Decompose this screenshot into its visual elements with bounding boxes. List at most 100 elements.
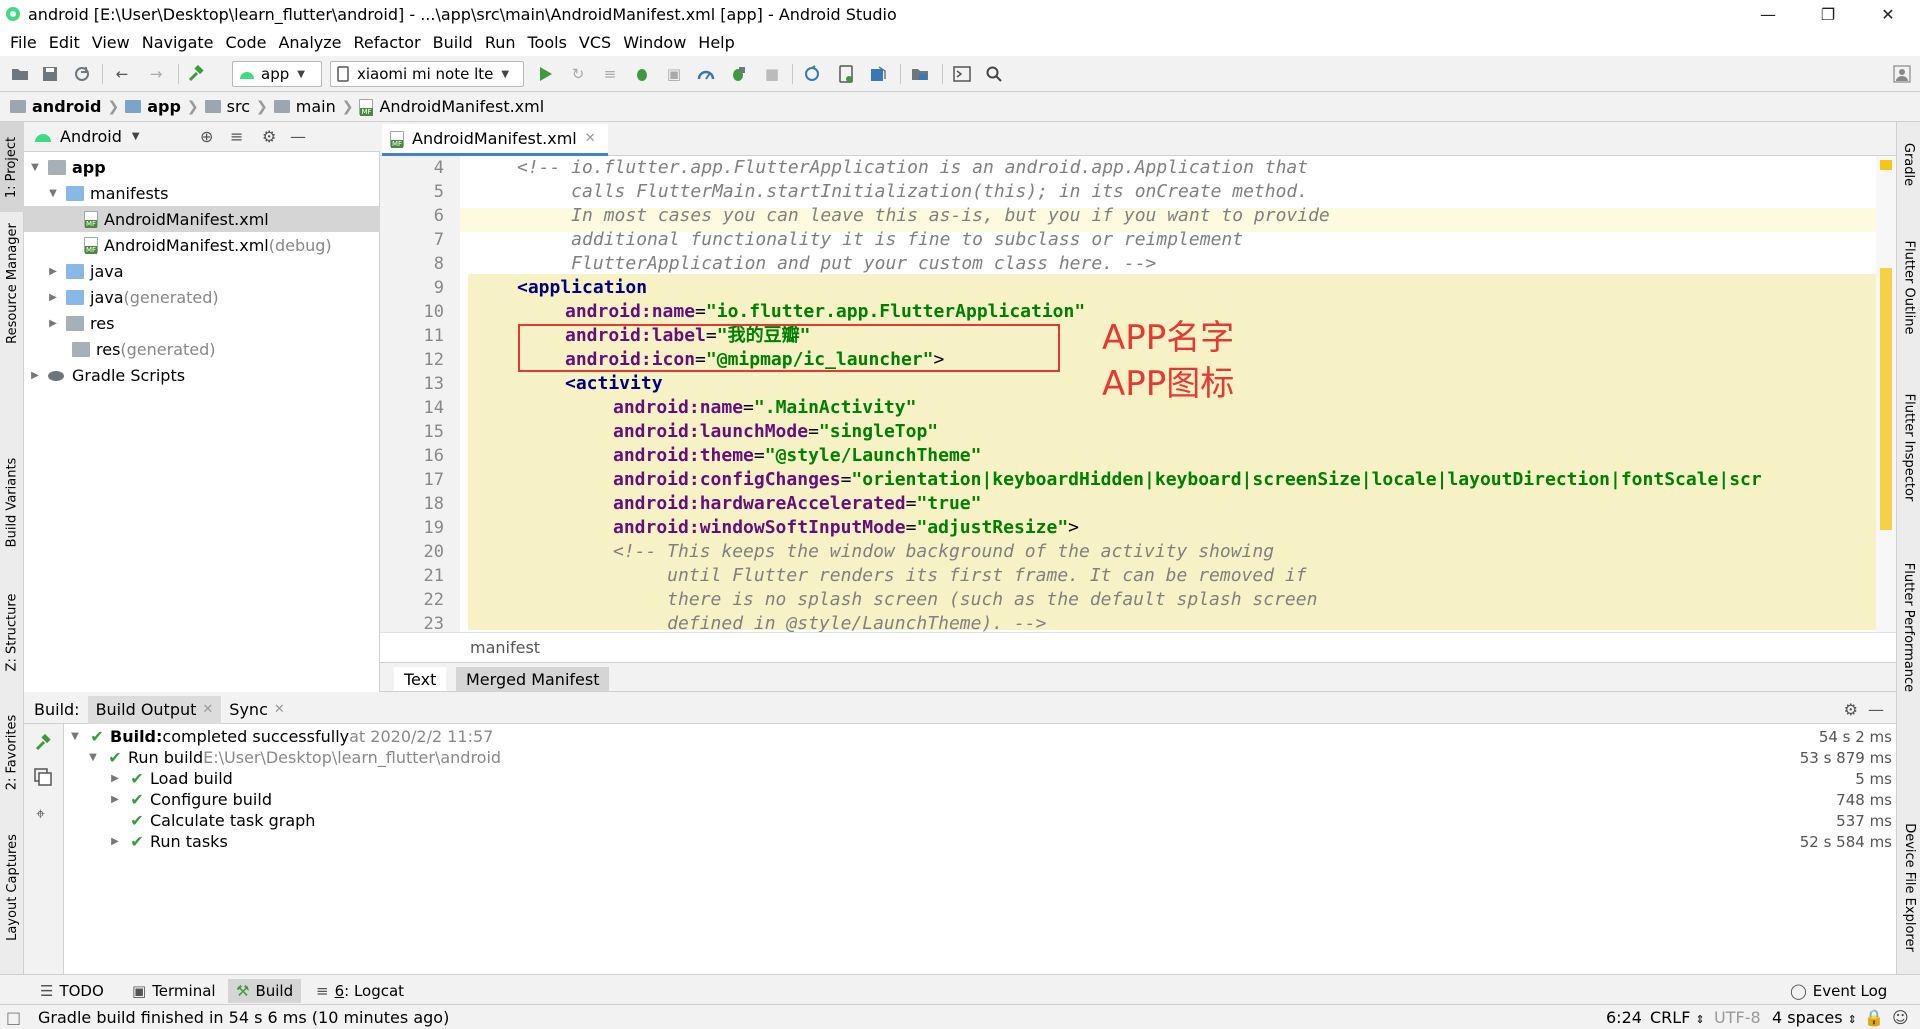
close-icon[interactable]: ✕ xyxy=(1860,0,1916,28)
collapse-all-icon[interactable]: ≡ xyxy=(230,127,243,146)
device-select[interactable]: xiaomi mi note lte ▼ xyxy=(330,61,524,87)
apply-code-changes-icon[interactable]: ≡ xyxy=(600,64,620,84)
build-row-load-build[interactable]: ▶ ✔ Load build 5 ms xyxy=(64,768,1896,789)
menu-help[interactable]: Help xyxy=(692,33,740,52)
tool-tab-build-variants[interactable]: Build Variants xyxy=(0,442,24,562)
menu-build[interactable]: Build xyxy=(427,33,479,52)
tree-item-androidmanifest[interactable]: AndroidManifest.xml xyxy=(24,206,380,232)
tool-tab-device-file-explorer[interactable]: Device File Explorer xyxy=(1897,802,1920,972)
pin-icon[interactable]: ⌖ xyxy=(36,804,45,824)
close-tab-icon[interactable]: ✕ xyxy=(585,131,596,146)
editor-tab-androidmanifest[interactable]: AndroidManifest.xml ✕ xyxy=(382,124,608,156)
tool-tab-resource-manager[interactable]: Resource Manager xyxy=(0,218,24,348)
line-separator[interactable]: CRLF ⇕ xyxy=(1650,1008,1705,1027)
inspection-icon[interactable]: ☺ xyxy=(1892,1008,1909,1027)
search-icon[interactable] xyxy=(984,64,1004,84)
run-icon[interactable] xyxy=(536,64,556,84)
menu-window[interactable]: Window xyxy=(617,33,692,52)
status-message[interactable]: Gradle build finished in 54 s 6 ms (10 m… xyxy=(38,1008,449,1027)
debug-icon[interactable] xyxy=(632,64,652,84)
restore-icon[interactable]: ❐ xyxy=(1800,0,1856,28)
breadcrumb-src[interactable]: src xyxy=(204,97,250,116)
indent-setting[interactable]: 4 spaces ⇕ xyxy=(1772,1008,1857,1027)
tab-build-output[interactable]: Build Output ✕ xyxy=(87,695,222,724)
forward-icon[interactable]: → xyxy=(146,64,166,84)
make-project-icon[interactable] xyxy=(186,64,206,84)
menu-run[interactable]: Run xyxy=(479,33,522,52)
scroll-from-source-icon[interactable]: ⊕ xyxy=(200,127,213,146)
avd-manager-icon[interactable] xyxy=(836,64,856,84)
tool-tab-logcat[interactable]: ≡ 6: Logcat xyxy=(308,979,412,1003)
menu-edit[interactable]: Edit xyxy=(43,33,86,52)
gradle-sync-icon[interactable] xyxy=(802,64,822,84)
user-account-icon[interactable] xyxy=(1892,64,1912,84)
build-row-run-tasks[interactable]: ▶ ✔ Run tasks 52 s 584 ms xyxy=(64,831,1896,852)
breadcrumb-main[interactable]: main xyxy=(273,97,336,116)
apply-changes-icon[interactable]: ↻ xyxy=(568,64,588,84)
build-row-configure-build[interactable]: ▶ ✔ Configure build 748 ms xyxy=(64,789,1896,810)
run-config-select[interactable]: app ▼ xyxy=(232,61,322,87)
toggle-view-icon[interactable] xyxy=(34,768,52,790)
menu-refactor[interactable]: Refactor xyxy=(348,33,427,52)
scroll-thumb[interactable] xyxy=(1880,268,1892,530)
tool-tab-flutter-inspector[interactable]: Flutter Inspector xyxy=(1897,372,1920,522)
terminal-window-icon[interactable] xyxy=(952,64,972,84)
project-structure-icon[interactable] xyxy=(910,64,930,84)
file-encoding[interactable]: UTF-8 xyxy=(1714,1008,1761,1027)
tool-tab-gradle[interactable]: Gradle xyxy=(1897,124,1920,204)
save-icon[interactable] xyxy=(40,64,60,84)
warning-marker[interactable] xyxy=(1880,160,1892,170)
tool-tab-project[interactable]: 1: Project xyxy=(0,122,24,212)
hide-panel-icon[interactable]: — xyxy=(1868,700,1884,719)
minimize-icon[interactable]: — xyxy=(1740,0,1796,28)
editor-scrollbar[interactable] xyxy=(1876,156,1896,632)
attach-debugger-icon[interactable]: ▣ xyxy=(664,64,684,84)
tool-tab-flutter-performance[interactable]: Flutter Performance xyxy=(1897,542,1920,712)
menu-tools[interactable]: Tools xyxy=(522,33,573,52)
sdk-manager-icon[interactable] xyxy=(868,64,888,84)
build-hammer-icon[interactable] xyxy=(34,733,52,756)
lock-icon[interactable]: 🔒 xyxy=(1864,1008,1884,1027)
sync-icon[interactable] xyxy=(72,64,92,84)
build-row-summary[interactable]: ▼ ✔ Build: completed successfully at 202… xyxy=(64,726,1896,747)
tool-tab-layout-captures[interactable]: Layout Captures xyxy=(0,822,24,952)
build-row-run-build[interactable]: ▼ ✔ Run build E:\User\Desktop\learn_flut… xyxy=(64,747,1896,768)
tree-item-java-generated[interactable]: ▶ java (generated) xyxy=(24,284,380,310)
breadcrumb-file[interactable]: AndroidManifest.xml xyxy=(359,97,544,116)
back-icon[interactable]: ← xyxy=(112,64,132,84)
xml-path-label[interactable]: manifest xyxy=(470,638,540,657)
hide-panel-icon[interactable]: — xyxy=(290,127,306,146)
stop-icon[interactable]: ■ xyxy=(762,64,782,84)
tab-merged-manifest[interactable]: Merged Manifest xyxy=(456,667,610,691)
tab-sync[interactable]: Sync ✕ xyxy=(221,696,292,724)
tool-tab-flutter-outline[interactable]: Flutter Outline xyxy=(1897,222,1920,352)
tool-tab-todo[interactable]: ☰ TODO xyxy=(32,979,112,1003)
open-folder-icon[interactable] xyxy=(10,64,30,84)
tool-tab-terminal[interactable]: ▣ Terminal xyxy=(124,979,224,1003)
tool-tab-favorites[interactable]: 2: Favorites xyxy=(0,702,24,802)
tree-item-androidmanifest-debug[interactable]: AndroidManifest.xml (debug) xyxy=(24,232,380,258)
menu-navigate[interactable]: Navigate xyxy=(136,33,220,52)
menu-code[interactable]: Code xyxy=(220,33,273,52)
gear-icon[interactable]: ⚙ xyxy=(262,127,276,146)
tree-item-gradle-scripts[interactable]: ▶ Gradle Scripts xyxy=(24,362,380,388)
menu-vcs[interactable]: VCS xyxy=(573,33,617,52)
menu-analyze[interactable]: Analyze xyxy=(272,33,347,52)
tool-tab-event-log[interactable]: ◯ Event Log xyxy=(1782,979,1895,1003)
menu-view[interactable]: View xyxy=(86,33,136,52)
menu-file[interactable]: File xyxy=(4,33,43,52)
chevron-down-icon[interactable]: ▼ xyxy=(132,131,140,142)
tool-tab-build[interactable]: ⚒ Build xyxy=(228,979,302,1003)
status-panel-toggle-icon[interactable]: □ xyxy=(6,1008,21,1027)
tab-text[interactable]: Text xyxy=(394,667,447,691)
attach-process-icon[interactable] xyxy=(728,64,748,84)
gear-icon[interactable]: ⚙ xyxy=(1844,700,1858,719)
tree-item-res[interactable]: ▶ res xyxy=(24,310,380,336)
breadcrumb-android[interactable]: android xyxy=(10,97,101,116)
breadcrumb-app[interactable]: app xyxy=(125,97,181,116)
tool-tab-structure[interactable]: Z: Structure xyxy=(0,582,24,682)
caret-position[interactable]: 6:24 xyxy=(1606,1008,1642,1027)
profile-icon[interactable] xyxy=(696,64,716,84)
tree-item-res-generated[interactable]: res (generated) xyxy=(24,336,380,362)
build-row-task-graph[interactable]: ✔ Calculate task graph 537 ms xyxy=(64,810,1896,831)
